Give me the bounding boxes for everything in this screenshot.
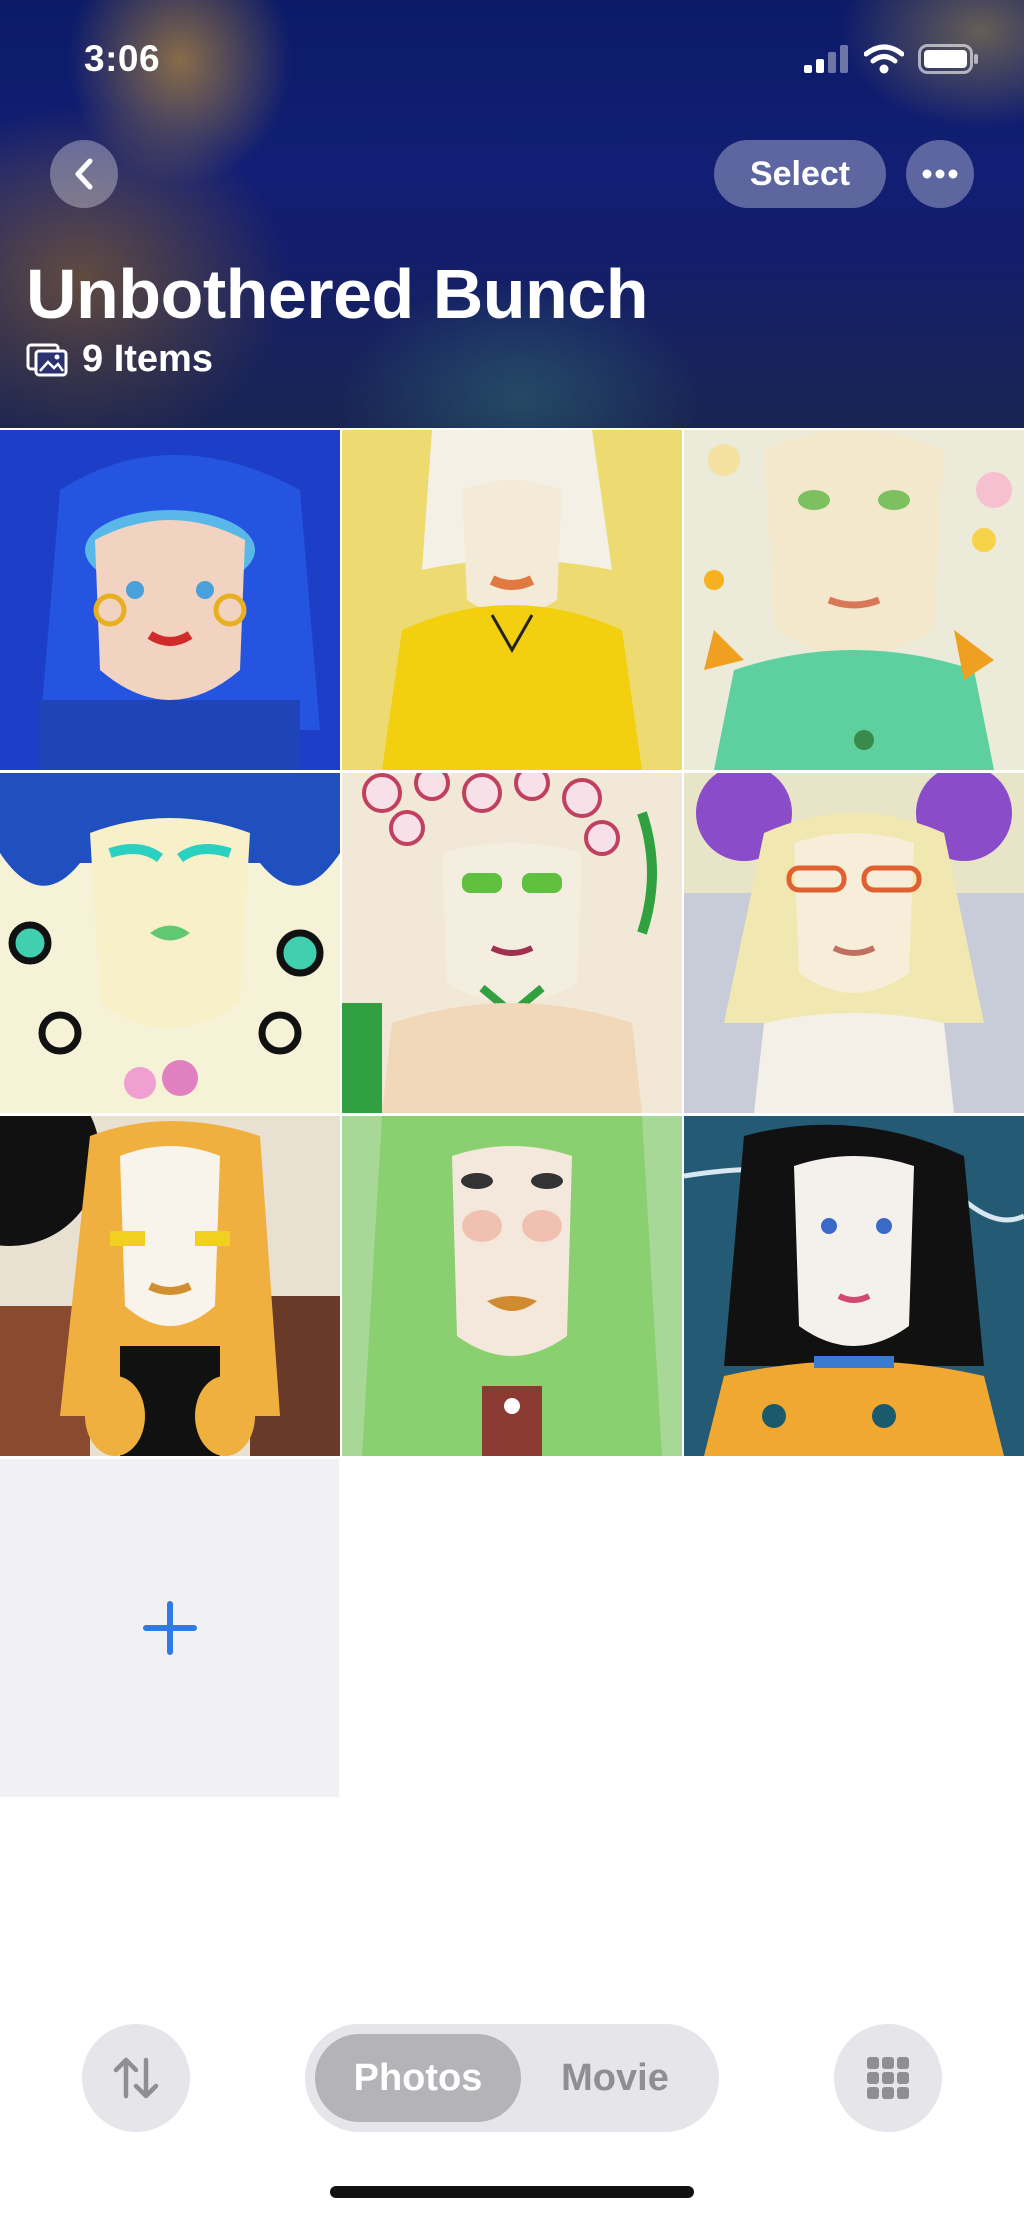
- album-header-background: 3:06 Select Unbothered Bunch 9 Items: [0, 0, 1024, 428]
- photo-thumbnail[interactable]: [0, 430, 340, 770]
- segment-movie[interactable]: Movie: [521, 2024, 709, 2132]
- signal-icon: [804, 45, 848, 73]
- photo-thumbnail[interactable]: [684, 1116, 1024, 1456]
- more-button[interactable]: [906, 140, 974, 208]
- photo-thumbnail[interactable]: [342, 773, 682, 1113]
- item-count: 9 Items: [26, 338, 213, 381]
- segment-photos[interactable]: Photos: [315, 2024, 521, 2132]
- sort-button[interactable]: [82, 2024, 190, 2132]
- photo-thumbnail[interactable]: [342, 1116, 682, 1456]
- photo-thumbnail[interactable]: [684, 430, 1024, 770]
- plus-icon: [142, 1601, 197, 1655]
- photo-thumbnail[interactable]: [684, 773, 1024, 1113]
- grid-icon: [867, 2057, 909, 2099]
- grid-view-button[interactable]: [834, 2024, 942, 2132]
- photo-stack-icon: [26, 343, 68, 376]
- home-indicator: [330, 2186, 694, 2198]
- ellipsis-icon: [922, 169, 958, 179]
- status-icons: [804, 44, 980, 74]
- photo-thumbnail[interactable]: [0, 773, 340, 1113]
- wifi-icon: [864, 44, 904, 74]
- album-title: Unbothered Bunch: [26, 255, 648, 333]
- add-photo-button[interactable]: [0, 1459, 339, 1797]
- chevron-left-icon: [75, 158, 93, 190]
- photo-thumbnail[interactable]: [0, 1116, 340, 1456]
- back-button[interactable]: [50, 140, 118, 208]
- select-button[interactable]: Select: [714, 140, 886, 208]
- view-mode-segmented-control: Photos Movie: [305, 2024, 719, 2132]
- battery-icon: [918, 44, 978, 74]
- photo-thumbnail[interactable]: [342, 430, 682, 770]
- sort-arrows-icon: [113, 2057, 159, 2099]
- item-count-label: 9 Items: [82, 338, 213, 380]
- status-time: 3:06: [84, 38, 161, 79]
